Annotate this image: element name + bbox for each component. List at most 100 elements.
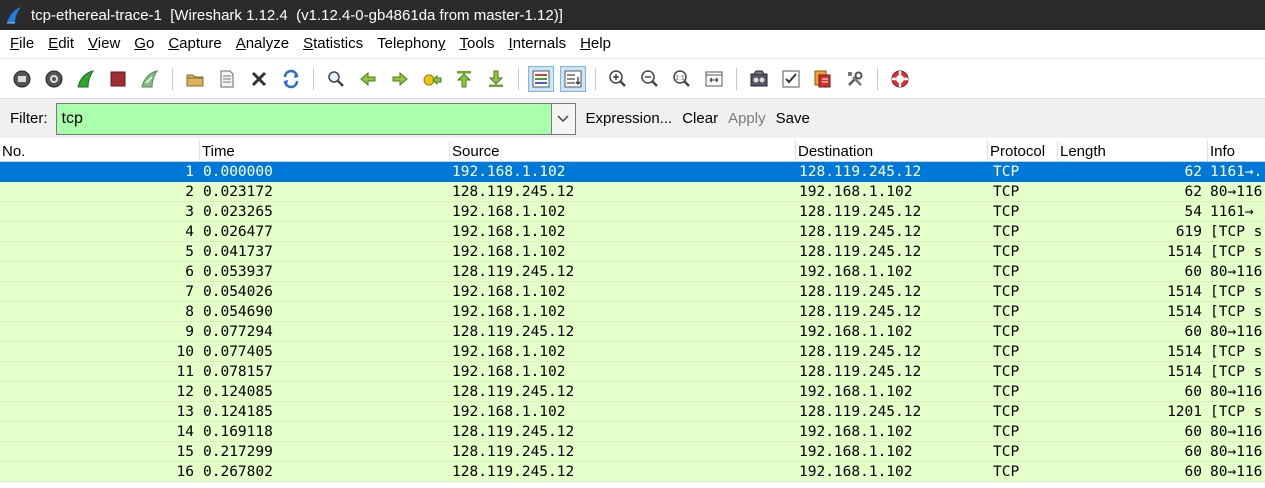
toolbar-separator [595,67,596,90]
preferences-icon[interactable] [842,66,868,92]
menu-view[interactable]: View [81,30,127,58]
table-row[interactable]: 11 0.078157 192.168.1.102 128.119.245.12 TCP… [0,362,1265,382]
first-packet-icon[interactable] [451,66,477,92]
normal-size-icon[interactable]: 1:1 [669,66,695,92]
table-row[interactable]: 13 0.124185 192.168.1.102 128.119.245.12 TCP… [0,402,1265,422]
display-filter-input[interactable]: tcp [55,102,552,135]
cell-info: 80→116 [1210,384,1263,400]
stop-capture-icon[interactable] [105,66,131,92]
table-row[interactable]: 4 0.026477 192.168.1.102 128.119.245.12 TCP 6… [0,222,1265,242]
menu-statistics[interactable]: Statistics [296,30,370,58]
column-header-length[interactable]: Length [1058,140,1208,162]
packet-list[interactable]: No. Time Source Destination Protocol Len… [0,140,1265,488]
table-row[interactable]: 8 0.054690 192.168.1.102 128.119.245.12 TCP 1… [0,302,1265,322]
toolbar-separator [518,67,519,90]
go-to-packet-icon[interactable] [419,66,445,92]
table-row[interactable]: 2 0.023172 128.119.245.12 192.168.1.102 TCP 6… [0,182,1265,202]
menu-analyze[interactable]: Analyze [229,30,296,58]
cell-info: 80→116 [1210,264,1263,280]
cell-destination: 192.168.1.102 [799,184,913,200]
table-row[interactable]: 12 0.124085 128.119.245.12 192.168.1.102 TCP… [0,382,1265,402]
table-row[interactable]: 5 0.041737 192.168.1.102 128.119.245.12 TCP 1… [0,242,1265,262]
cell-length: 1514 [1167,344,1202,360]
packet-rows: 1 0.000000 192.168.1.102 128.119.245.12 TCP 6… [0,161,1265,482]
cell-length: 60 [1184,444,1202,460]
cell-length: 54 [1184,204,1202,220]
start-capture-icon[interactable] [73,66,99,92]
last-packet-icon[interactable] [483,66,509,92]
cell-no: 13 [176,404,194,420]
zoom-out-icon[interactable] [637,66,663,92]
menu-edit[interactable]: Edit [41,30,81,58]
cell-info: [TCP s [1210,224,1263,240]
table-row[interactable]: 16 0.267802 128.119.245.12 192.168.1.102 TCP… [0,462,1265,482]
display-filters-icon[interactable] [778,66,804,92]
wireshark-fin-icon [7,7,21,24]
filter-dropdown-button[interactable] [551,102,576,135]
table-row[interactable]: 6 0.053937 128.119.245.12 192.168.1.102 TCP 6… [0,262,1265,282]
table-row[interactable]: 7 0.054026 192.168.1.102 128.119.245.12 TCP 1… [0,282,1265,302]
cell-length: 1514 [1167,364,1202,380]
cell-protocol: TCP [993,404,1020,420]
cell-no: 15 [176,444,194,460]
menu-file[interactable]: File [3,30,41,58]
menu-internals[interactable]: Internals [502,30,574,58]
cell-info: 80→116 [1210,424,1263,440]
capture-filters-icon[interactable] [746,66,772,92]
cell-length: 60 [1184,264,1202,280]
cell-no: 1 [185,164,194,180]
cell-protocol: TCP [993,164,1020,180]
toolbar-separator [877,67,878,90]
column-header-time[interactable]: Time [200,140,450,162]
table-row[interactable]: 14 0.169118 128.119.245.12 192.168.1.102 TCP… [0,422,1265,442]
cell-length: 619 [1175,224,1202,240]
cell-protocol: TCP [993,204,1020,220]
cell-destination: 128.119.245.12 [799,164,922,180]
column-header-protocol[interactable]: Protocol [988,140,1058,162]
find-packet-icon[interactable] [323,66,349,92]
cell-protocol: TCP [993,444,1020,460]
go-back-icon[interactable] [355,66,381,92]
restart-capture-icon[interactable] [137,66,163,92]
cell-destination: 192.168.1.102 [799,464,913,480]
table-row[interactable]: 3 0.023265 192.168.1.102 128.119.245.12 TCP 5… [0,202,1265,222]
cell-source: 192.168.1.102 [452,364,566,380]
expression-button[interactable]: Expression... [586,110,673,127]
cell-length: 60 [1184,324,1202,340]
menu-tools[interactable]: Tools [453,30,502,58]
cell-source: 128.119.245.12 [452,264,575,280]
clear-button[interactable]: Clear [682,110,718,127]
zoom-in-icon[interactable] [605,66,631,92]
menu-telephony[interactable]: Telephony [370,30,452,58]
close-file-icon[interactable] [246,66,272,92]
table-row[interactable]: 1 0.000000 192.168.1.102 128.119.245.12 TCP 6… [0,161,1265,183]
open-file-icon[interactable] [182,66,208,92]
cell-length: 1514 [1167,284,1202,300]
auto-scroll-icon[interactable] [560,65,586,92]
capture-options-icon[interactable] [41,66,67,92]
save-file-icon[interactable] [214,66,240,92]
cell-destination: 128.119.245.12 [799,364,922,380]
apply-button[interactable]: Apply [728,110,766,127]
go-forward-icon[interactable] [387,66,413,92]
table-row[interactable]: 10 0.077405 192.168.1.102 128.119.245.12 TCP… [0,342,1265,362]
cell-length: 60 [1184,464,1202,480]
colorize-list-icon[interactable] [528,65,554,92]
coloring-rules-icon[interactable] [810,66,836,92]
resize-columns-icon[interactable] [701,66,727,92]
save-filter-button[interactable]: Save [776,110,810,127]
column-header-info[interactable]: Info [1208,140,1265,162]
menu-go[interactable]: Go [127,30,161,58]
table-row[interactable]: 9 0.077294 128.119.245.12 192.168.1.102 TCP 6… [0,322,1265,342]
column-header-destination[interactable]: Destination [796,140,988,162]
table-row[interactable]: 15 0.217299 128.119.245.12 192.168.1.102 TCP… [0,442,1265,462]
cell-info: [TCP s [1210,304,1263,320]
reload-icon[interactable] [278,66,304,92]
column-header-source[interactable]: Source [450,140,796,162]
interfaces-list-icon[interactable] [9,66,35,92]
menu-capture[interactable]: Capture [161,30,228,58]
help-icon[interactable] [887,66,913,92]
menu-help[interactable]: Help [573,30,618,58]
column-header-no[interactable]: No. [0,140,200,162]
chevron-down-icon [557,114,569,122]
